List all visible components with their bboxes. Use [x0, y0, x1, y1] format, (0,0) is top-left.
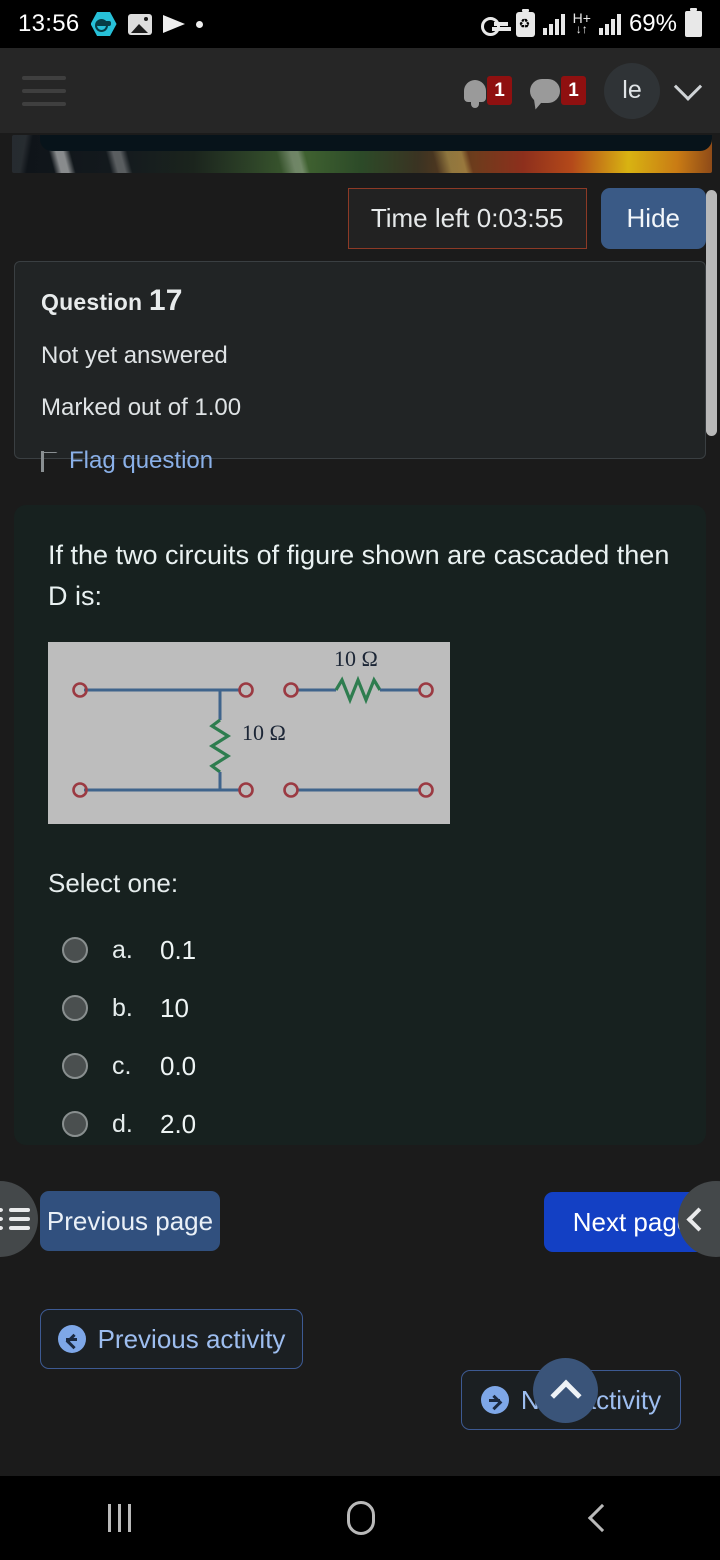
- network-arrows-label: ↓↑: [575, 22, 588, 36]
- avatar[interactable]: le: [604, 62, 660, 119]
- chevron-left-icon: [686, 1206, 711, 1232]
- option-d[interactable]: d. 2.0: [48, 1095, 672, 1153]
- back-icon[interactable]: [587, 1503, 616, 1533]
- radio-option-b[interactable]: [62, 995, 88, 1021]
- status-bar-right: H+ ↓↑ 69%: [480, 8, 702, 38]
- hamburger-icon[interactable]: [22, 75, 66, 106]
- option-d-letter: d.: [112, 1109, 133, 1138]
- quiz-timer-row: Time left 0:03:55 Hide: [347, 188, 706, 249]
- question-marks: Marked out of 1.00: [41, 394, 242, 421]
- hplus-network-icon: H+ ↓↑: [573, 11, 591, 36]
- notifications-badge: 1: [487, 76, 512, 105]
- messages-button[interactable]: 1: [530, 76, 586, 105]
- flag-question-link[interactable]: Flag question: [69, 447, 213, 475]
- list-icon: [0, 1208, 30, 1230]
- home-icon[interactable]: [347, 1501, 376, 1535]
- chevron-down-icon[interactable]: [673, 72, 703, 101]
- circuit-figure: 10 Ω 10 Ω: [48, 642, 450, 824]
- flag-question-row[interactable]: Flag question: [41, 447, 679, 475]
- radio-option-a[interactable]: [62, 937, 88, 963]
- quiz-navigation-drawer-handle[interactable]: [0, 1181, 38, 1257]
- scroll-to-top-button[interactable]: [533, 1358, 598, 1423]
- chat-icon: [530, 78, 560, 103]
- clock-label: 13:56: [18, 10, 80, 37]
- select-one-label: Select one:: [48, 868, 179, 898]
- flag-icon: [41, 450, 58, 472]
- previous-activity-button[interactable]: Previous activity: [40, 1309, 303, 1369]
- option-c-letter: c.: [112, 1051, 132, 1080]
- question-number-value: 17: [148, 284, 183, 317]
- previous-page-button[interactable]: Previous page: [40, 1191, 220, 1251]
- option-b-letter: b.: [112, 993, 133, 1022]
- vertical-scrollbar-thumb[interactable]: [706, 190, 717, 436]
- question-text: If the two circuits of figure shown are …: [48, 540, 670, 611]
- notifications-button[interactable]: 1: [464, 76, 512, 108]
- android-status-bar: 13:56 H+ ↓↑ 69%: [0, 0, 720, 48]
- dot-icon: [195, 20, 203, 28]
- bell-icon: [464, 79, 486, 108]
- telegram-icon: [162, 15, 185, 33]
- question-number-row: Question 17: [41, 284, 679, 318]
- option-d-value: 2.0: [160, 1108, 197, 1139]
- question-status: Not yet answered: [41, 342, 228, 369]
- radio-option-d[interactable]: [62, 1111, 88, 1137]
- android-navigation-bar: [0, 1476, 720, 1560]
- option-a-letter: a.: [112, 935, 133, 964]
- question-number-label: Question: [41, 289, 143, 315]
- option-b[interactable]: b. 10: [48, 979, 672, 1037]
- battery-icon: [685, 8, 702, 37]
- signal-bars-2-icon: [598, 13, 621, 35]
- arrow-right-circle-icon: [480, 1386, 509, 1414]
- option-a-value: 0.1: [160, 934, 197, 965]
- vpn-key-icon: [90, 12, 117, 36]
- status-bar-left: 13:56: [18, 10, 203, 38]
- question-content-card: If the two circuits of figure shown are …: [14, 505, 706, 1145]
- key-icon: [480, 16, 508, 36]
- option-c-value: 0.0: [160, 1050, 197, 1081]
- previous-activity-label: Previous activity: [97, 1323, 286, 1354]
- right-resistor-label: 10 Ω: [334, 646, 378, 671]
- option-b-value: 10: [160, 992, 189, 1023]
- chevron-up-icon: [549, 1379, 582, 1411]
- left-resistor-label: 10 Ω: [242, 720, 286, 745]
- signal-bars-icon: [542, 13, 565, 35]
- question-info-box: Question 17 Not yet answered Marked out …: [14, 261, 706, 474]
- navbar-actions: 1 1 le: [464, 62, 703, 119]
- circuit-diagram-svg: 10 Ω 10 Ω: [72, 646, 434, 798]
- arrow-left-circle-icon: [57, 1325, 86, 1353]
- gallery-icon: [127, 13, 152, 35]
- battery-percent-label: 69%: [628, 10, 677, 37]
- recents-icon[interactable]: [108, 1504, 132, 1532]
- battery-saver-icon: [515, 8, 535, 37]
- phone-screen: 13:56 H+ ↓↑ 69% 1: [0, 0, 720, 1560]
- app-navbar: 1 1 le: [0, 48, 720, 133]
- radio-option-c[interactable]: [62, 1053, 88, 1079]
- timer-display: Time left 0:03:55: [347, 188, 587, 249]
- option-a[interactable]: a. 0.1: [48, 921, 672, 979]
- answer-options: a. 0.1 b. 10 c. 0.0 d. 2.0: [48, 921, 672, 1153]
- hide-timer-button[interactable]: Hide: [600, 188, 706, 249]
- messages-badge: 1: [561, 76, 586, 105]
- banner-overlay-mask: [40, 135, 712, 151]
- option-c[interactable]: c. 0.0: [48, 1037, 672, 1095]
